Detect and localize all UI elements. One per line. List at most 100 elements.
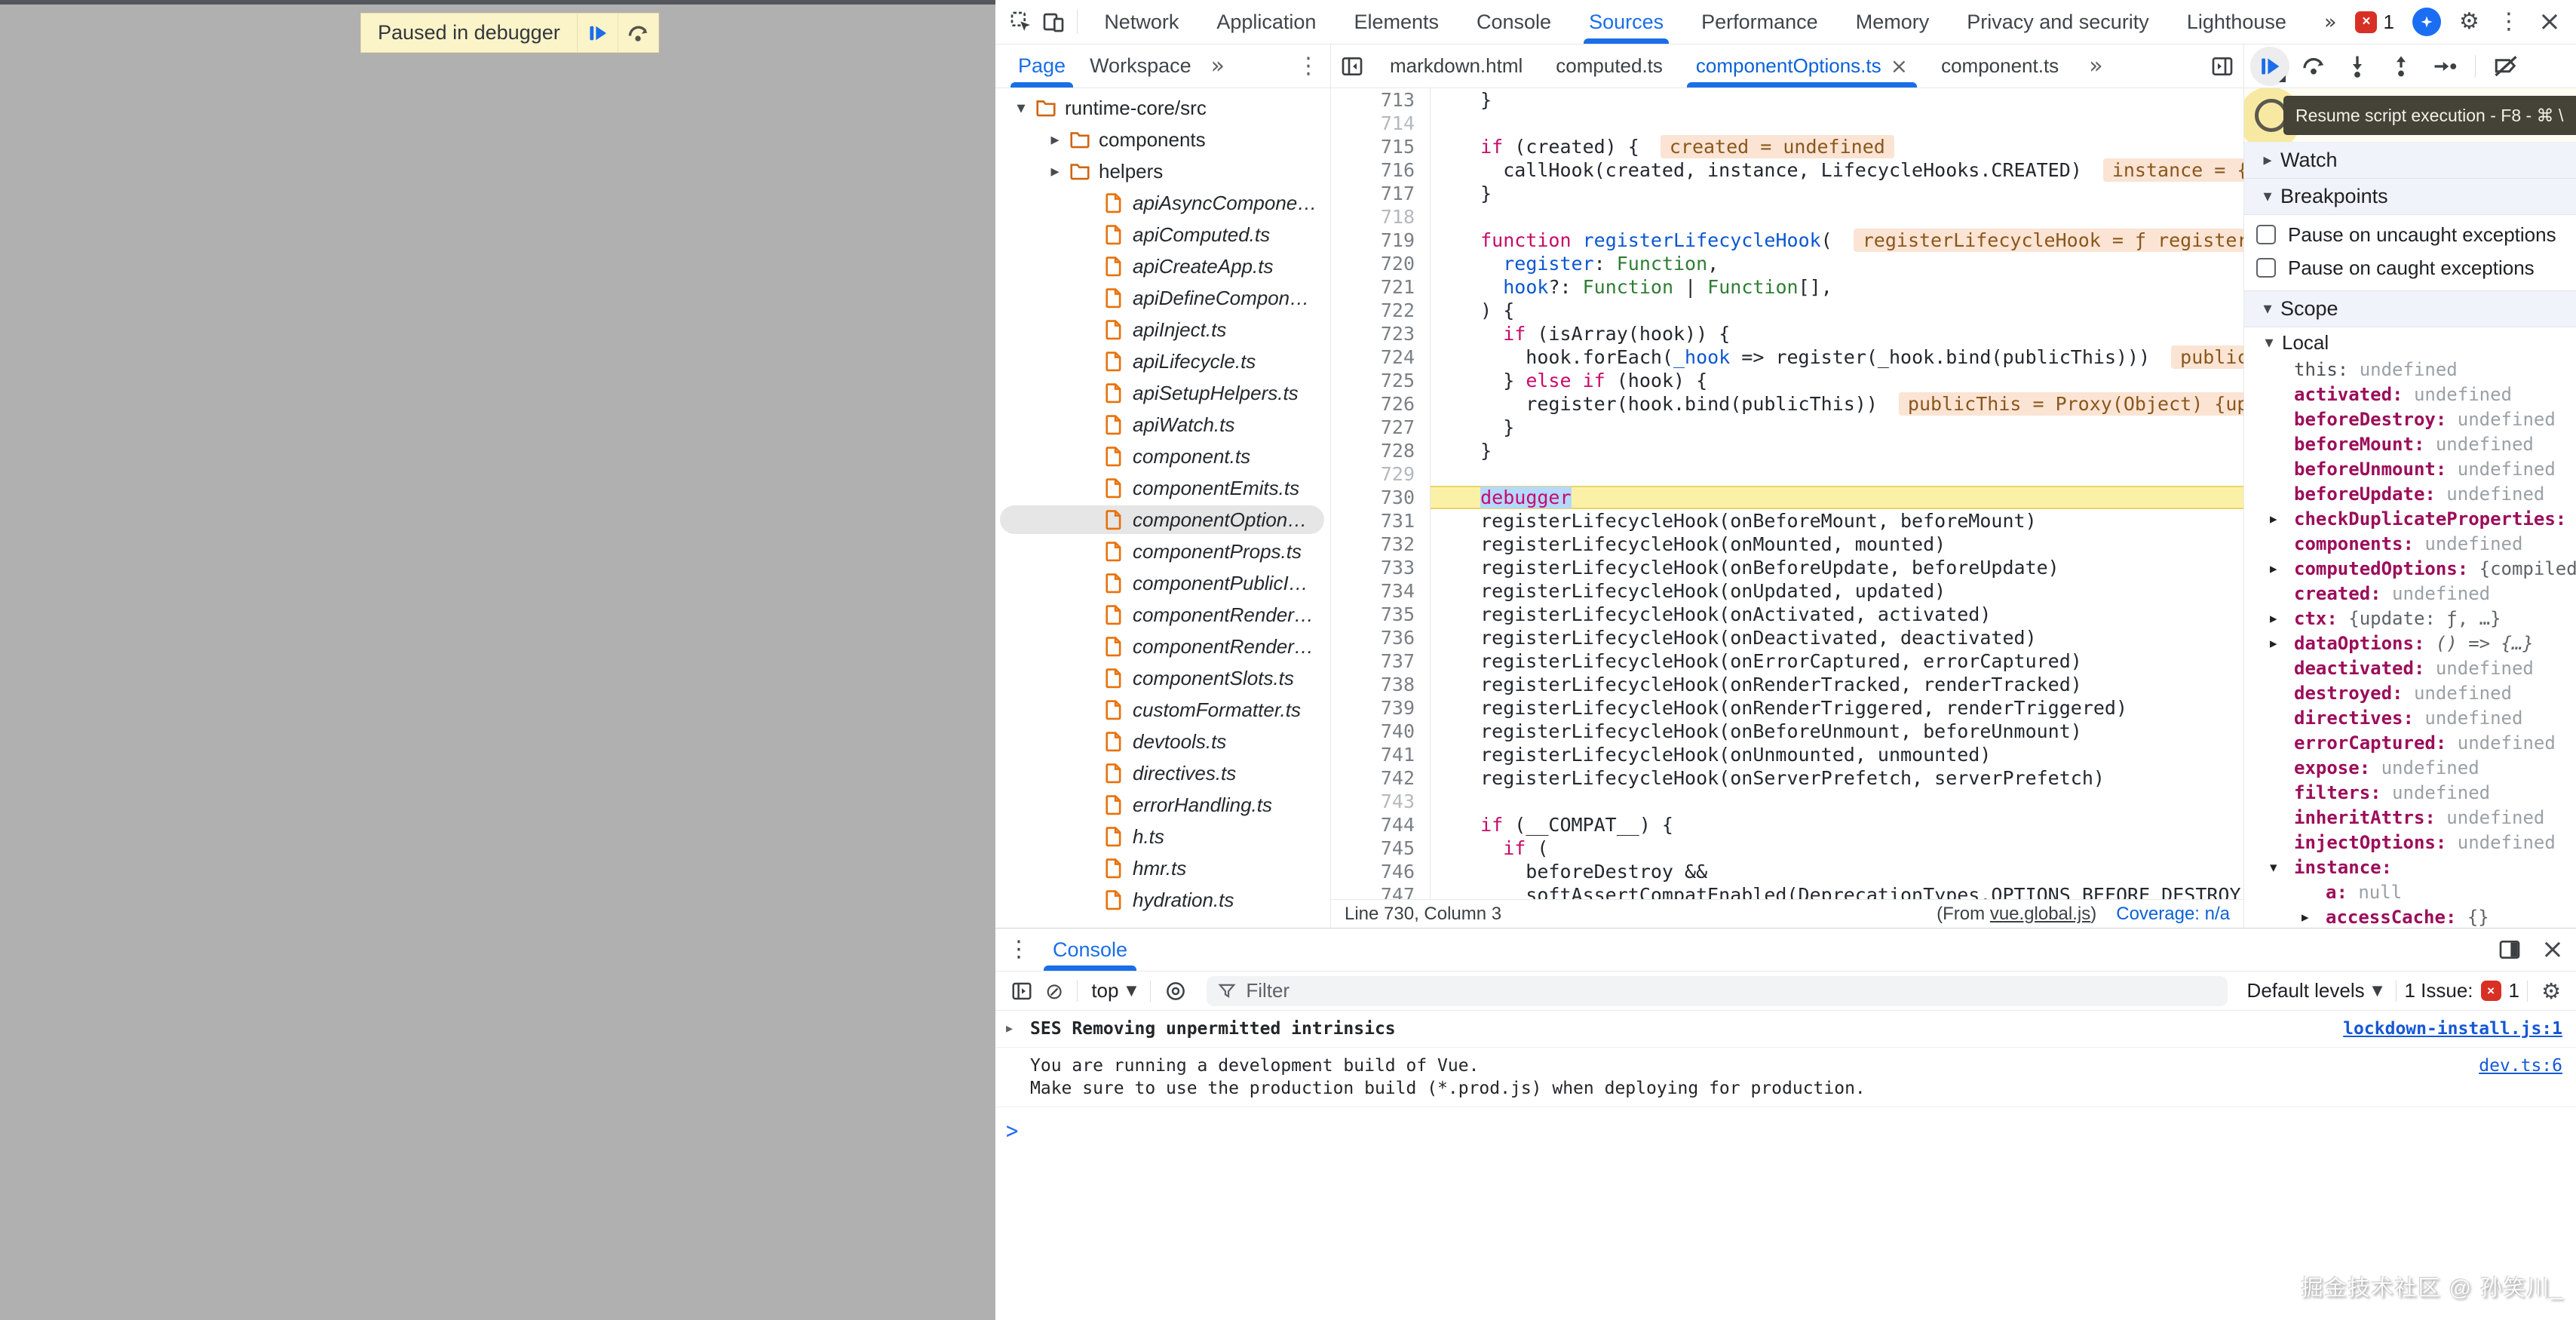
code-line-737[interactable]: 737 registerLifecycleHook(onErrorCapture… xyxy=(1331,649,2243,673)
navigator-tab-page[interactable]: Page xyxy=(1006,45,1078,87)
line-number[interactable]: 720 xyxy=(1331,252,1431,275)
scope-var-beforeDestroy[interactable]: beforeDestroy: undefined xyxy=(2244,407,2576,432)
code-line-742[interactable]: 742 registerLifecycleHook(onServerPrefet… xyxy=(1331,766,2243,790)
line-number[interactable]: 727 xyxy=(1331,416,1431,439)
tree-item-directivests[interactable]: directives.ts xyxy=(995,757,1330,789)
line-number[interactable]: 729 xyxy=(1331,462,1431,486)
scope-expand-arrow[interactable]: ▸ xyxy=(2270,557,2277,582)
console-message[interactable]: You are running a development build of V… xyxy=(995,1048,2576,1107)
step-button[interactable] xyxy=(2425,47,2464,86)
tree-item-apiWatchts[interactable]: apiWatch.ts xyxy=(995,409,1330,441)
scope-var-beforeUnmount[interactable]: beforeUnmount: undefined xyxy=(2244,457,2576,482)
code-line-738[interactable]: 738 registerLifecycleHook(onRenderTracke… xyxy=(1331,673,2243,696)
close-devtools-button[interactable]: × xyxy=(2538,8,2561,35)
console-sidebar-toggle-button[interactable] xyxy=(1004,975,1039,1008)
code-line-741[interactable]: 741 registerLifecycleHook(onUnmounted, u… xyxy=(1331,743,2243,766)
navigator-tab-workspace[interactable]: Workspace xyxy=(1078,45,1204,87)
code-line-739[interactable]: 739 registerLifecycleHook(onRenderTrigge… xyxy=(1331,696,2243,720)
navigator-menu-button[interactable]: ⋮ xyxy=(1297,53,1320,79)
scope-var-destroyed[interactable]: destroyed: undefined xyxy=(2244,681,2576,706)
line-number[interactable]: 734 xyxy=(1331,579,1431,603)
close-tab-icon[interactable]: × xyxy=(1891,54,1908,78)
top-tab-application[interactable]: Application xyxy=(1198,0,1335,44)
pause-on-caught-checkbox-row[interactable]: Pause on caught exceptions xyxy=(2244,251,2576,284)
tree-item-runtimecoresrc[interactable]: ▾runtime-core/src xyxy=(995,92,1330,124)
more-editor-tabs-icon[interactable]: » xyxy=(2075,45,2116,87)
line-number[interactable]: 746 xyxy=(1331,860,1431,883)
console-menu-button[interactable]: ⋮ xyxy=(1007,929,1030,971)
code-line-714[interactable]: 714 xyxy=(1331,112,2243,135)
pause-on-uncaught-checkbox-row[interactable]: Pause on uncaught exceptions xyxy=(2244,218,2576,251)
checkbox-icon[interactable] xyxy=(2256,258,2276,278)
code-line-729[interactable]: 729 xyxy=(1331,462,2243,486)
code-line-735[interactable]: 735 registerLifecycleHook(onActivated, a… xyxy=(1331,603,2243,626)
editor-tab-computed.ts[interactable]: computed.ts xyxy=(1539,45,1679,87)
code-line-740[interactable]: 740 registerLifecycleHook(onBeforeUnmoun… xyxy=(1331,720,2243,743)
code-line-723[interactable]: 723 if (isArray(hook)) { xyxy=(1331,322,2243,345)
editor-tab-component.ts[interactable]: component.ts xyxy=(1924,45,2075,87)
line-number[interactable]: 737 xyxy=(1331,649,1431,673)
scope-expand-arrow[interactable]: ▸ xyxy=(2302,905,2309,928)
top-tab-lighthouse[interactable]: Lighthouse xyxy=(2168,0,2305,44)
scope-var-directives[interactable]: directives: undefined xyxy=(2244,706,2576,731)
scope-var-this[interactable]: this: undefined xyxy=(2244,358,2576,382)
tree-item-apiSetupHelpersts[interactable]: apiSetupHelpers.ts xyxy=(995,377,1330,409)
line-number[interactable]: 741 xyxy=(1331,743,1431,766)
tree-item-componentPublicI[interactable]: componentPublicI… xyxy=(995,567,1330,599)
line-number[interactable]: 715 xyxy=(1331,135,1431,158)
line-number[interactable]: 735 xyxy=(1331,603,1431,626)
close-console-button[interactable]: × xyxy=(2541,936,2564,963)
scope-var-beforeUpdate[interactable]: beforeUpdate: undefined xyxy=(2244,482,2576,507)
line-number[interactable]: 725 xyxy=(1331,369,1431,392)
code-line-719[interactable]: 719 function registerLifecycleHook(regis… xyxy=(1331,229,2243,252)
tree-item-helpers[interactable]: ▸helpers xyxy=(995,155,1330,187)
code-line-717[interactable]: 717 } xyxy=(1331,182,2243,205)
scope-var-components[interactable]: components: undefined xyxy=(2244,532,2576,557)
watch-section-header[interactable]: ▸ Watch xyxy=(2244,143,2576,179)
clear-console-button[interactable]: ⊘ xyxy=(1039,978,1069,1004)
top-tab-network[interactable]: Network xyxy=(1085,0,1198,44)
tree-item-devtoolsts[interactable]: devtools.ts xyxy=(995,726,1330,757)
step-over-button[interactable] xyxy=(2294,47,2333,86)
line-number[interactable]: 736 xyxy=(1331,626,1431,649)
live-expression-button[interactable] xyxy=(1158,975,1193,1008)
scope-var-deactivated[interactable]: deactivated: undefined xyxy=(2244,656,2576,681)
code-line-736[interactable]: 736 registerLifecycleHook(onDeactivated,… xyxy=(1331,626,2243,649)
code-line-744[interactable]: 744 if (__COMPAT__) { xyxy=(1331,813,2243,837)
more-options-menu-button[interactable]: ⋮ xyxy=(2498,11,2520,33)
inspect-element-button[interactable] xyxy=(1004,4,1037,40)
checkbox-icon[interactable] xyxy=(2256,225,2276,244)
scope-var-computedOptions[interactable]: ▸computedOptions: {compiledMar xyxy=(2244,557,2576,582)
code-line-734[interactable]: 734 registerLifecycleHook(onUpdated, upd… xyxy=(1331,579,2243,603)
scope-var-accessCache[interactable]: ▸accessCache: {} xyxy=(2244,905,2576,928)
line-number[interactable]: 713 xyxy=(1331,88,1431,112)
code-line-730[interactable]: 730 debugger xyxy=(1331,486,2243,509)
log-levels-selector[interactable]: Default levels▼ xyxy=(2241,979,2389,1002)
coverage-link[interactable]: Coverage: n/a xyxy=(2116,904,2230,925)
code-line-733[interactable]: 733 registerLifecycleHook(onBeforeUpdate… xyxy=(1331,556,2243,579)
line-number[interactable]: 722 xyxy=(1331,299,1431,322)
line-number[interactable]: 747 xyxy=(1331,883,1431,899)
breakpoints-section-header[interactable]: ▾ Breakpoints xyxy=(2244,179,2576,215)
tree-item-hydrationts[interactable]: hydration.ts xyxy=(995,884,1330,916)
scope-section-header[interactable]: ▾ Scope xyxy=(2244,291,2576,327)
settings-gear-button[interactable]: ⚙ xyxy=(2459,11,2479,33)
more-panels-icon[interactable]: » xyxy=(2305,0,2356,44)
console-message[interactable]: ▸SES Removing unpermitted intrinsicslock… xyxy=(995,1011,2576,1048)
tree-item-componentRender[interactable]: componentRender… xyxy=(995,599,1330,631)
top-tab-elements[interactable]: Elements xyxy=(1335,0,1458,44)
tree-item-componentOption[interactable]: componentOption… xyxy=(995,504,1330,536)
code-line-721[interactable]: 721 hook?: Function | Function[], xyxy=(1331,275,2243,299)
tree-expand-arrow[interactable]: ▾ xyxy=(1007,99,1035,118)
tree-item-componentts[interactable]: component.ts xyxy=(995,441,1330,472)
top-tab-sources[interactable]: Sources xyxy=(1570,0,1682,44)
code-line-722[interactable]: 722 ) { xyxy=(1331,299,2243,322)
line-number[interactable]: 724 xyxy=(1331,345,1431,369)
code-line-745[interactable]: 745 if ( xyxy=(1331,837,2243,860)
line-number[interactable]: 744 xyxy=(1331,813,1431,837)
code-line-728[interactable]: 728 } xyxy=(1331,439,2243,462)
code-line-716[interactable]: 716 callHook(created, instance, Lifecycl… xyxy=(1331,158,2243,182)
line-number[interactable]: 740 xyxy=(1331,720,1431,743)
expand-message-arrow[interactable]: ▸ xyxy=(1006,1018,1013,1040)
tree-item-apiComputedts[interactable]: apiComputed.ts xyxy=(995,219,1330,250)
